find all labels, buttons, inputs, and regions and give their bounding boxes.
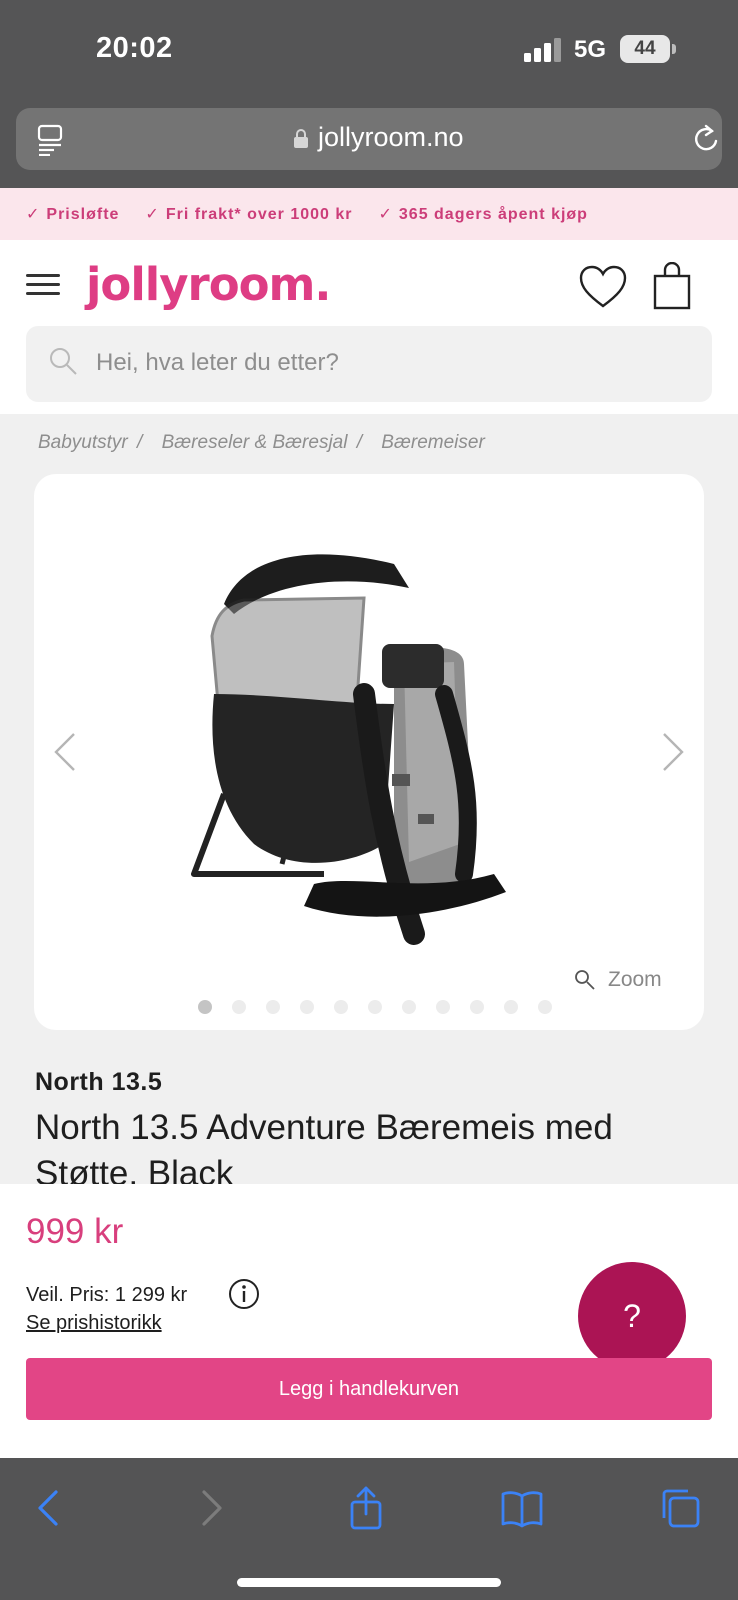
browser-chrome: jollyroom.no <box>0 100 738 188</box>
share-icon[interactable] <box>344 1486 388 1530</box>
gallery-dot[interactable] <box>266 1000 280 1014</box>
breadcrumb: Babyutstyr / Bæreseler & Bæresjal / Bære… <box>38 432 485 454</box>
gallery-dot[interactable] <box>436 1000 450 1014</box>
breadcrumb-link[interactable]: Babyutstyr <box>38 432 128 453</box>
check-icon: ✓ <box>145 206 160 223</box>
address-bar[interactable]: jollyroom.no <box>16 108 722 170</box>
help-chat-button[interactable]: ? <box>578 1262 686 1370</box>
add-to-cart-button[interactable]: Legg i handlekurven <box>26 1358 712 1420</box>
reload-icon[interactable] <box>692 123 722 155</box>
recommended-price: Veil. Pris: 1 299 kr <box>26 1284 188 1306</box>
zoom-button[interactable]: Zoom <box>574 968 662 992</box>
gallery-dot[interactable] <box>470 1000 484 1014</box>
usp-label: 365 dagers åpent kjøp <box>398 206 588 223</box>
gallery-dot[interactable] <box>198 1000 212 1014</box>
reader-mode-icon[interactable] <box>36 124 66 156</box>
status-bar: 20:02 5G 44 <box>0 0 738 100</box>
browser-toolbar <box>0 1458 738 1600</box>
magnifier-icon <box>575 970 595 990</box>
check-icon: ✓ <box>378 206 393 223</box>
gallery-dot[interactable] <box>300 1000 314 1014</box>
usp-label: Fri frakt* over 1000 kr <box>165 206 353 223</box>
gallery-dot[interactable] <box>538 1000 552 1014</box>
breadcrumb-link[interactable]: Bæremeiser <box>381 432 484 453</box>
product-image[interactable] <box>164 544 554 964</box>
check-icon: ✓ <box>26 206 41 223</box>
usp-strip: ✓ Prisløfte ✓ Fri frakt* over 1000 kr ✓ 365… <box>0 188 738 240</box>
product-gallery: Zoom <box>34 474 704 1030</box>
gallery-pagination <box>198 1000 552 1014</box>
lock-icon <box>294 129 308 148</box>
info-icon[interactable] <box>228 1278 260 1310</box>
price-history-link[interactable]: Se prishistorikk <box>26 1312 162 1335</box>
product-title: North 13.5 Adventure Bæremeis med Støtte… <box>35 1108 613 1185</box>
forward-icon[interactable] <box>188 1486 232 1530</box>
gallery-dot[interactable] <box>402 1000 416 1014</box>
gallery-prev-arrow-icon[interactable] <box>52 732 78 772</box>
battery-icon: 44 <box>620 35 670 63</box>
breadcrumb-link[interactable]: Bæreseler & Bæresjal <box>162 432 348 453</box>
home-indicator <box>237 1578 501 1587</box>
gallery-dot[interactable] <box>334 1000 348 1014</box>
site-logo[interactable]: jollyroom. <box>86 258 332 311</box>
product-price: 999 kr <box>26 1212 124 1251</box>
bookmarks-icon[interactable] <box>500 1486 544 1530</box>
hamburger-menu-icon[interactable] <box>26 270 62 300</box>
search-icon <box>50 348 77 375</box>
buy-panel: 999 kr Veil. Pris: 1 299 kr Se prishisto… <box>0 1184 738 1458</box>
gallery-dot[interactable] <box>368 1000 382 1014</box>
search-input[interactable] <box>96 340 686 386</box>
signal-icon <box>524 38 561 62</box>
shopping-bag-icon[interactable] <box>652 262 692 310</box>
wishlist-heart-icon[interactable] <box>578 264 628 310</box>
gallery-next-arrow-icon[interactable] <box>660 732 686 772</box>
gallery-dot[interactable] <box>504 1000 518 1014</box>
usp-item: ✓ Fri frakt* over 1000 kr <box>145 204 352 224</box>
usp-item: ✓ Prisløfte <box>26 204 119 224</box>
gallery-dot[interactable] <box>232 1000 246 1014</box>
usp-label: Prisløfte <box>46 206 120 223</box>
status-time: 20:02 <box>96 32 173 64</box>
usp-item: ✓ 365 dagers åpent kjøp <box>378 204 587 224</box>
network-label: 5G <box>574 36 607 63</box>
url-domain[interactable]: jollyroom.no <box>318 122 464 153</box>
battery-tip <box>672 44 676 54</box>
breadcrumb-separator: / <box>137 432 143 453</box>
product-brand[interactable]: North 13.5 <box>35 1068 162 1097</box>
zoom-label: Zoom <box>608 968 662 991</box>
tabs-icon[interactable] <box>658 1486 702 1530</box>
site-header: jollyroom. <box>0 240 738 414</box>
breadcrumb-separator: / <box>356 432 363 453</box>
back-icon[interactable] <box>28 1486 72 1530</box>
search-bar[interactable] <box>26 326 712 402</box>
